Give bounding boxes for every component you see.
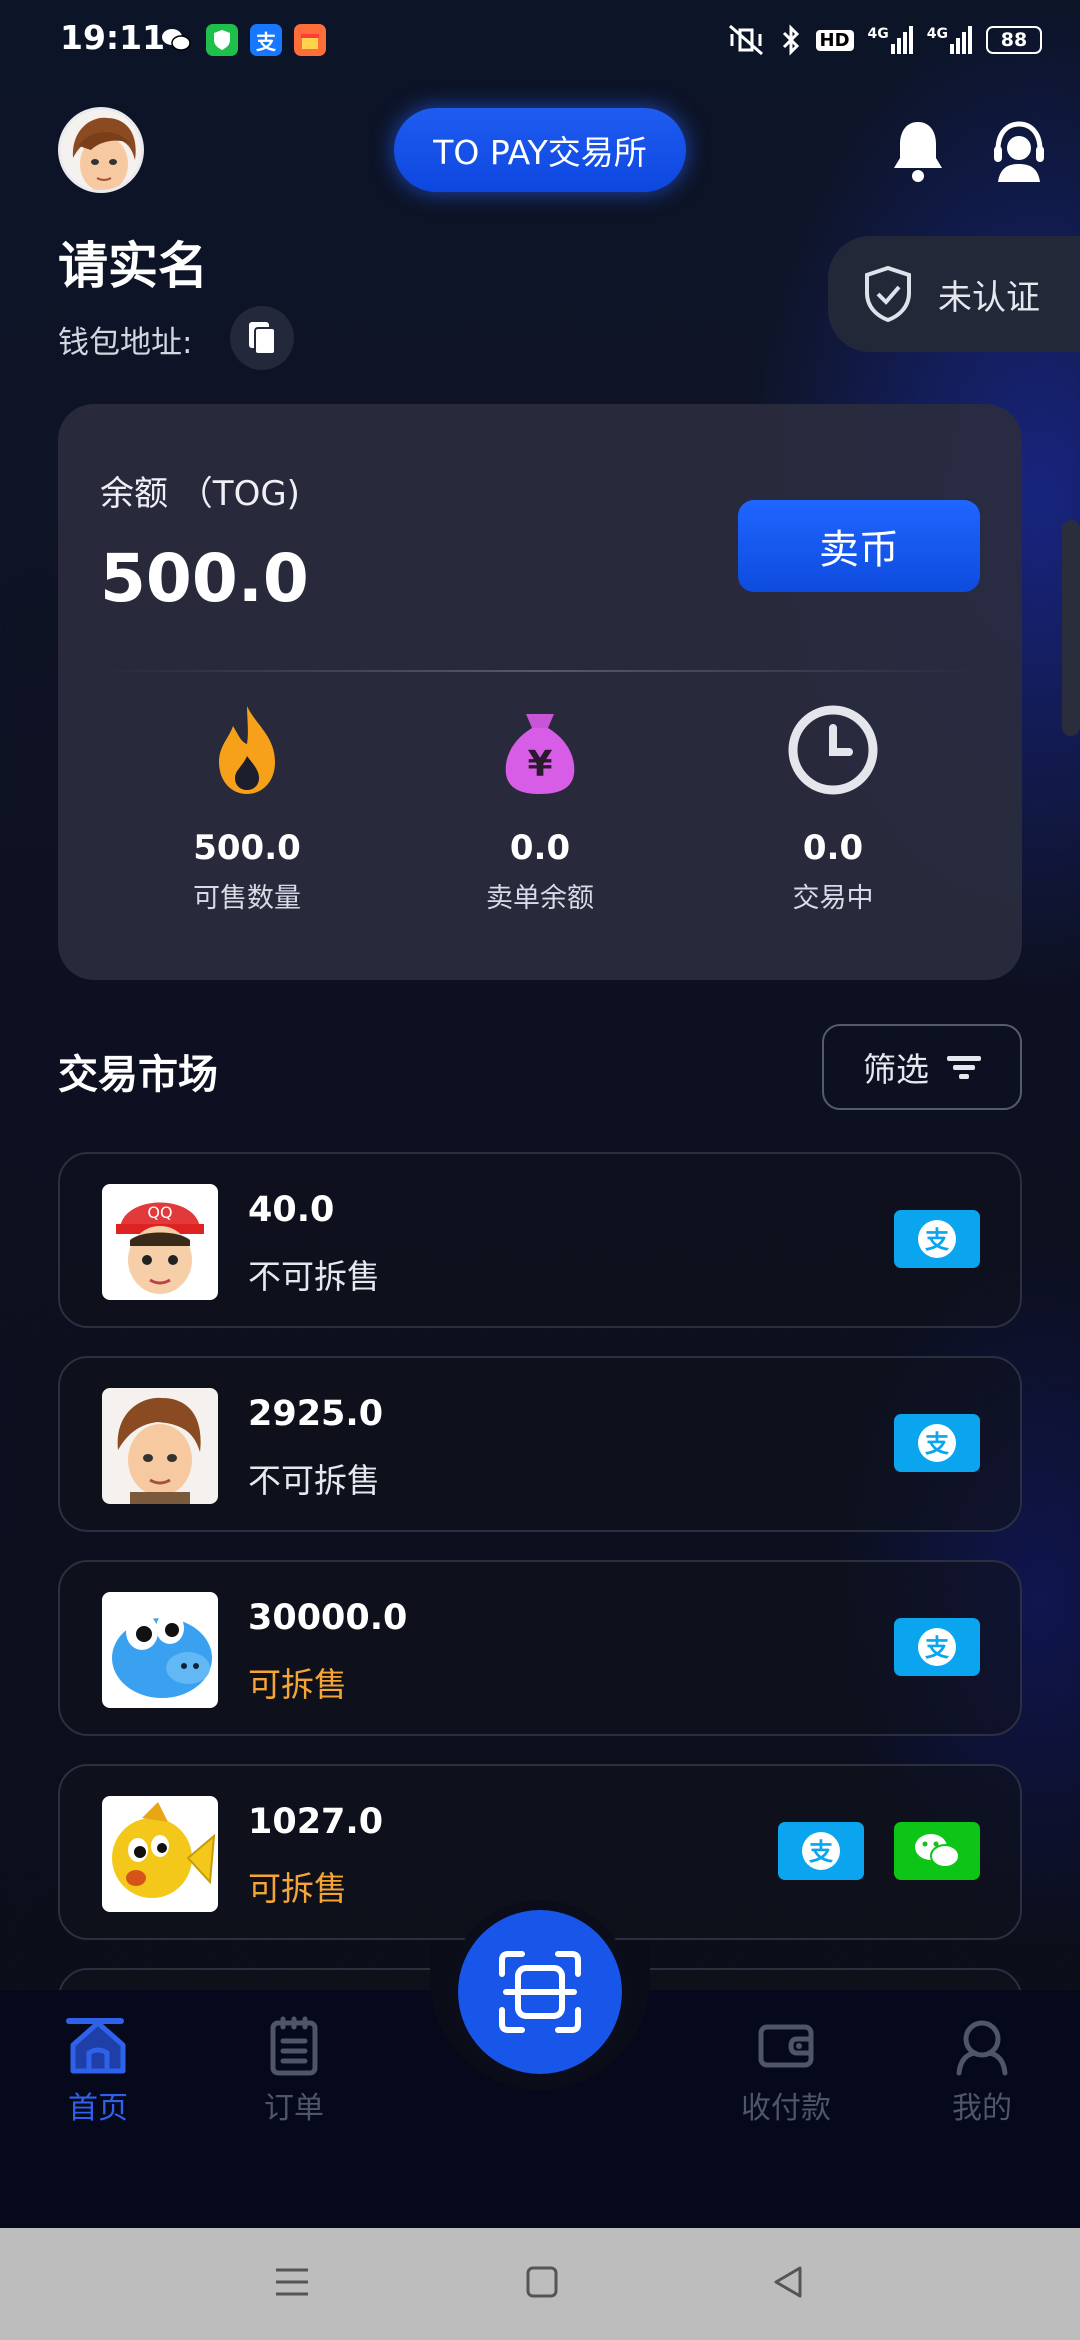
- row-amount: 1027.0: [248, 1802, 384, 1842]
- svg-text:QQ: QQ: [147, 1203, 172, 1222]
- status-bar: 19:11 支 HD 4G 4G 88: [0, 0, 1080, 80]
- alipay-icon[interactable]: 支: [894, 1618, 980, 1676]
- row-amount: 40.0: [248, 1190, 335, 1230]
- status-time: 19:11: [60, 18, 166, 57]
- copy-address-button[interactable]: [230, 306, 294, 370]
- market-title: 交易市场: [58, 1052, 218, 1098]
- svg-text:支: 支: [925, 1430, 950, 1458]
- stat-sell-balance: ¥ 0.0 卖单余额: [410, 700, 670, 940]
- alipay-icon[interactable]: 支: [894, 1414, 980, 1472]
- nav-label: 订单: [264, 2091, 324, 2126]
- nav-item-orders[interactable]: 订单: [224, 2015, 364, 2127]
- wechat-icon: [160, 24, 192, 56]
- sell-coin-button[interactable]: 卖币: [738, 500, 980, 592]
- nav-item-payments[interactable]: 收付款: [716, 2015, 856, 2127]
- row-split-status: 可拆售: [248, 1869, 347, 1908]
- realname-prompt[interactable]: 请实名: [58, 226, 208, 298]
- market-row[interactable]: 30000.0 可拆售 支: [58, 1560, 1022, 1736]
- stat-trading: 0.0 交易中: [703, 700, 963, 940]
- wallet-address-label: 钱包地址:: [58, 325, 193, 361]
- row-split-status: 可拆售: [248, 1665, 347, 1704]
- alipay-icon: 支: [250, 24, 282, 56]
- alipay-icon[interactable]: 支: [894, 1210, 980, 1268]
- nav-item-home[interactable]: 首页: [28, 2015, 168, 2127]
- scan-icon: [499, 1951, 581, 2033]
- signal-2-icon: 4G: [927, 26, 972, 54]
- seller-avatar: [102, 1592, 218, 1708]
- stat-value: 500.0: [193, 828, 301, 868]
- shield-icon: [206, 24, 238, 56]
- clock-icon: [788, 705, 878, 795]
- shield-check-icon: [865, 265, 911, 323]
- nav-item-profile[interactable]: 我的: [912, 2015, 1052, 2127]
- back-icon[interactable]: [768, 2262, 808, 2302]
- balance-value: 500.0: [100, 540, 309, 617]
- vibrate-off-icon: [728, 24, 763, 56]
- signal-1-icon: 4G: [868, 26, 913, 54]
- bluetooth-icon: [782, 24, 799, 56]
- row-split-status: 不可拆售: [248, 1461, 380, 1500]
- scan-button[interactable]: [458, 1910, 622, 2074]
- seller-avatar: [102, 1796, 218, 1912]
- stat-value: 0.0: [802, 828, 864, 868]
- row-amount: 2925.0: [248, 1394, 384, 1434]
- stat-label: 交易中: [792, 883, 874, 914]
- seller-avatar: [102, 1388, 218, 1504]
- app-title-pill: TO PAY交易所: [394, 108, 686, 192]
- stat-label: 可售数量: [193, 883, 301, 914]
- stat-value: 0.0: [509, 828, 571, 868]
- nav-label: 收付款: [741, 2091, 831, 2126]
- market-row[interactable]: QQ 40.0 不可拆售 支: [58, 1152, 1022, 1328]
- user-avatar[interactable]: [58, 107, 144, 193]
- clipboard-icon: [270, 2016, 318, 2076]
- nav-label: 我的: [952, 2091, 1012, 2126]
- row-split-status: 不可拆售: [248, 1257, 380, 1296]
- wallet-icon: [758, 2024, 814, 2068]
- svg-text:¥: ¥: [527, 744, 552, 785]
- filter-button[interactable]: 筛选: [822, 1024, 1022, 1110]
- filter-icon: [947, 1056, 981, 1079]
- stat-available: 500.0 可售数量: [117, 700, 377, 940]
- battery-indicator: 88: [986, 26, 1042, 54]
- bell-icon[interactable]: [890, 118, 946, 184]
- market-row[interactable]: 2925.0 不可拆售 支: [58, 1356, 1022, 1532]
- money-bag-icon: ¥: [505, 714, 575, 794]
- status-indicators: HD 4G 4G 88: [726, 20, 1042, 60]
- headset-icon[interactable]: [990, 118, 1048, 184]
- svg-text:支: 支: [925, 1634, 950, 1662]
- seller-avatar: QQ: [102, 1184, 218, 1300]
- stat-label: 卖单余额: [486, 883, 594, 914]
- menu-icon[interactable]: [272, 2262, 312, 2302]
- balance-label: 余额 （TOG): [100, 474, 300, 514]
- nav-label: 首页: [68, 2091, 128, 2126]
- verification-status-label: 未认证: [938, 277, 1040, 318]
- scroll-handle[interactable]: [1062, 520, 1080, 736]
- verification-status-button[interactable]: 未认证: [828, 236, 1080, 352]
- svg-text:支: 支: [925, 1226, 950, 1254]
- fire-icon: [219, 706, 275, 794]
- svg-text:支: 支: [809, 1838, 834, 1866]
- row-amount: 30000.0: [248, 1598, 408, 1638]
- wechat-pay-icon[interactable]: [894, 1822, 980, 1880]
- hd-badge: HD: [815, 29, 854, 51]
- home-icon: [70, 2020, 126, 2074]
- copy-icon: [249, 322, 276, 355]
- gift-app-icon: [294, 24, 326, 56]
- filter-label: 筛选: [863, 1050, 929, 1089]
- card-divider: [100, 670, 980, 672]
- home-square-icon[interactable]: [522, 2262, 562, 2302]
- profile-icon: [956, 2020, 1008, 2076]
- alipay-icon[interactable]: 支: [778, 1822, 864, 1880]
